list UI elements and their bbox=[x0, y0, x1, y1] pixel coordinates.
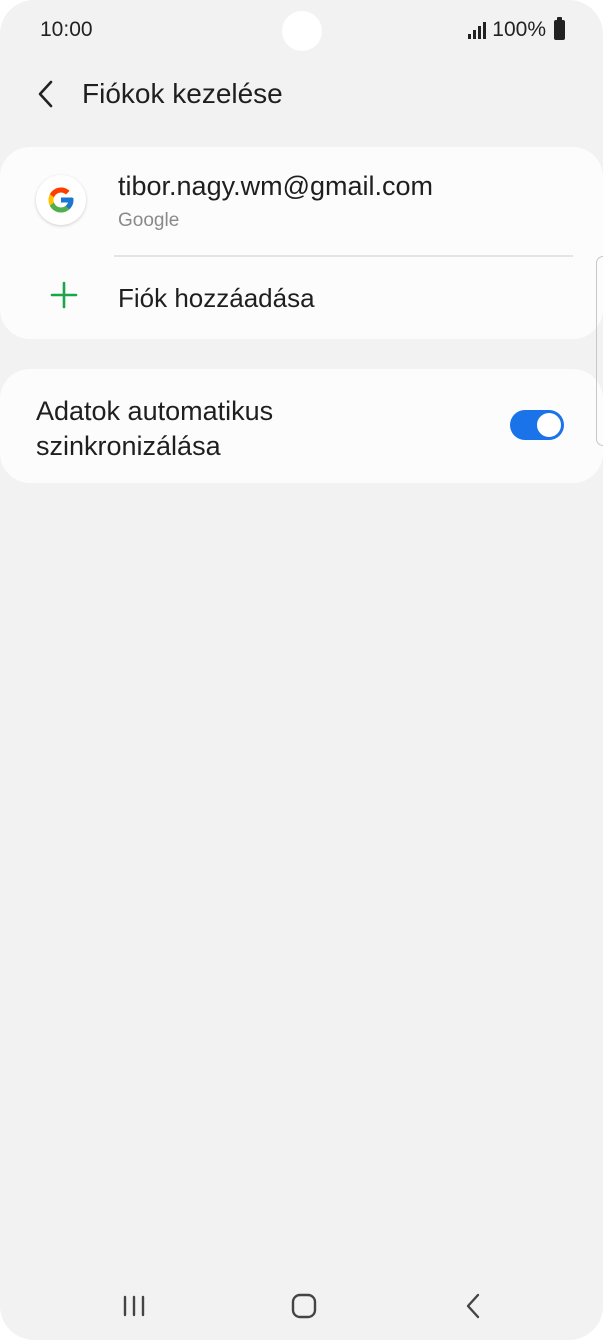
phone-screen: 10:00 100% Fiókok kezelése tibor.nagy.wm… bbox=[0, 0, 603, 1340]
camera-cutout bbox=[282, 11, 322, 51]
account-item-google[interactable]: tibor.nagy.wm@gmail.com Google bbox=[0, 147, 603, 256]
add-account-button[interactable]: Fiók hozzáadása bbox=[0, 257, 603, 339]
battery-icon bbox=[554, 17, 565, 40]
google-logo-icon bbox=[36, 175, 86, 225]
battery-percent: 100% bbox=[492, 18, 546, 41]
back-icon bbox=[466, 1293, 480, 1319]
status-time: 10:00 bbox=[40, 18, 93, 41]
accounts-card: tibor.nagy.wm@gmail.com Google Fiók hozz… bbox=[0, 147, 603, 339]
page-title: Fiókok kezelése bbox=[82, 78, 283, 109]
back-button[interactable] bbox=[28, 76, 64, 112]
home-icon bbox=[291, 1293, 317, 1319]
auto-sync-item[interactable]: Adatok automatikus szinkronizálása bbox=[0, 369, 603, 483]
auto-sync-label-line1: Adatok automatikus bbox=[36, 396, 274, 426]
account-email: tibor.nagy.wm@gmail.com bbox=[118, 171, 434, 201]
add-account-label: Fiók hozzáadása bbox=[118, 283, 315, 313]
app-bar: Fiókok kezelése bbox=[0, 64, 603, 124]
chevron-left-icon bbox=[38, 80, 53, 108]
signal-icon bbox=[468, 21, 487, 39]
auto-sync-toggle[interactable] bbox=[510, 410, 564, 440]
home-button[interactable] bbox=[280, 1288, 328, 1324]
auto-sync-label: Adatok automatikus szinkronizálása bbox=[36, 394, 456, 464]
nav-back-button[interactable] bbox=[449, 1288, 497, 1324]
recents-button[interactable] bbox=[110, 1288, 158, 1324]
toggle-knob bbox=[536, 412, 562, 438]
navigation-bar bbox=[0, 1272, 603, 1340]
status-indicators: 100% bbox=[468, 17, 565, 42]
auto-sync-label-line2: szinkronizálása bbox=[36, 431, 221, 461]
account-type: Google bbox=[118, 210, 180, 231]
sync-card: Adatok automatikus szinkronizálása bbox=[0, 369, 603, 483]
scroll-indicator[interactable] bbox=[596, 256, 603, 446]
plus-icon bbox=[50, 281, 78, 309]
status-bar: 10:00 100% bbox=[0, 0, 603, 60]
recents-icon bbox=[123, 1295, 145, 1317]
